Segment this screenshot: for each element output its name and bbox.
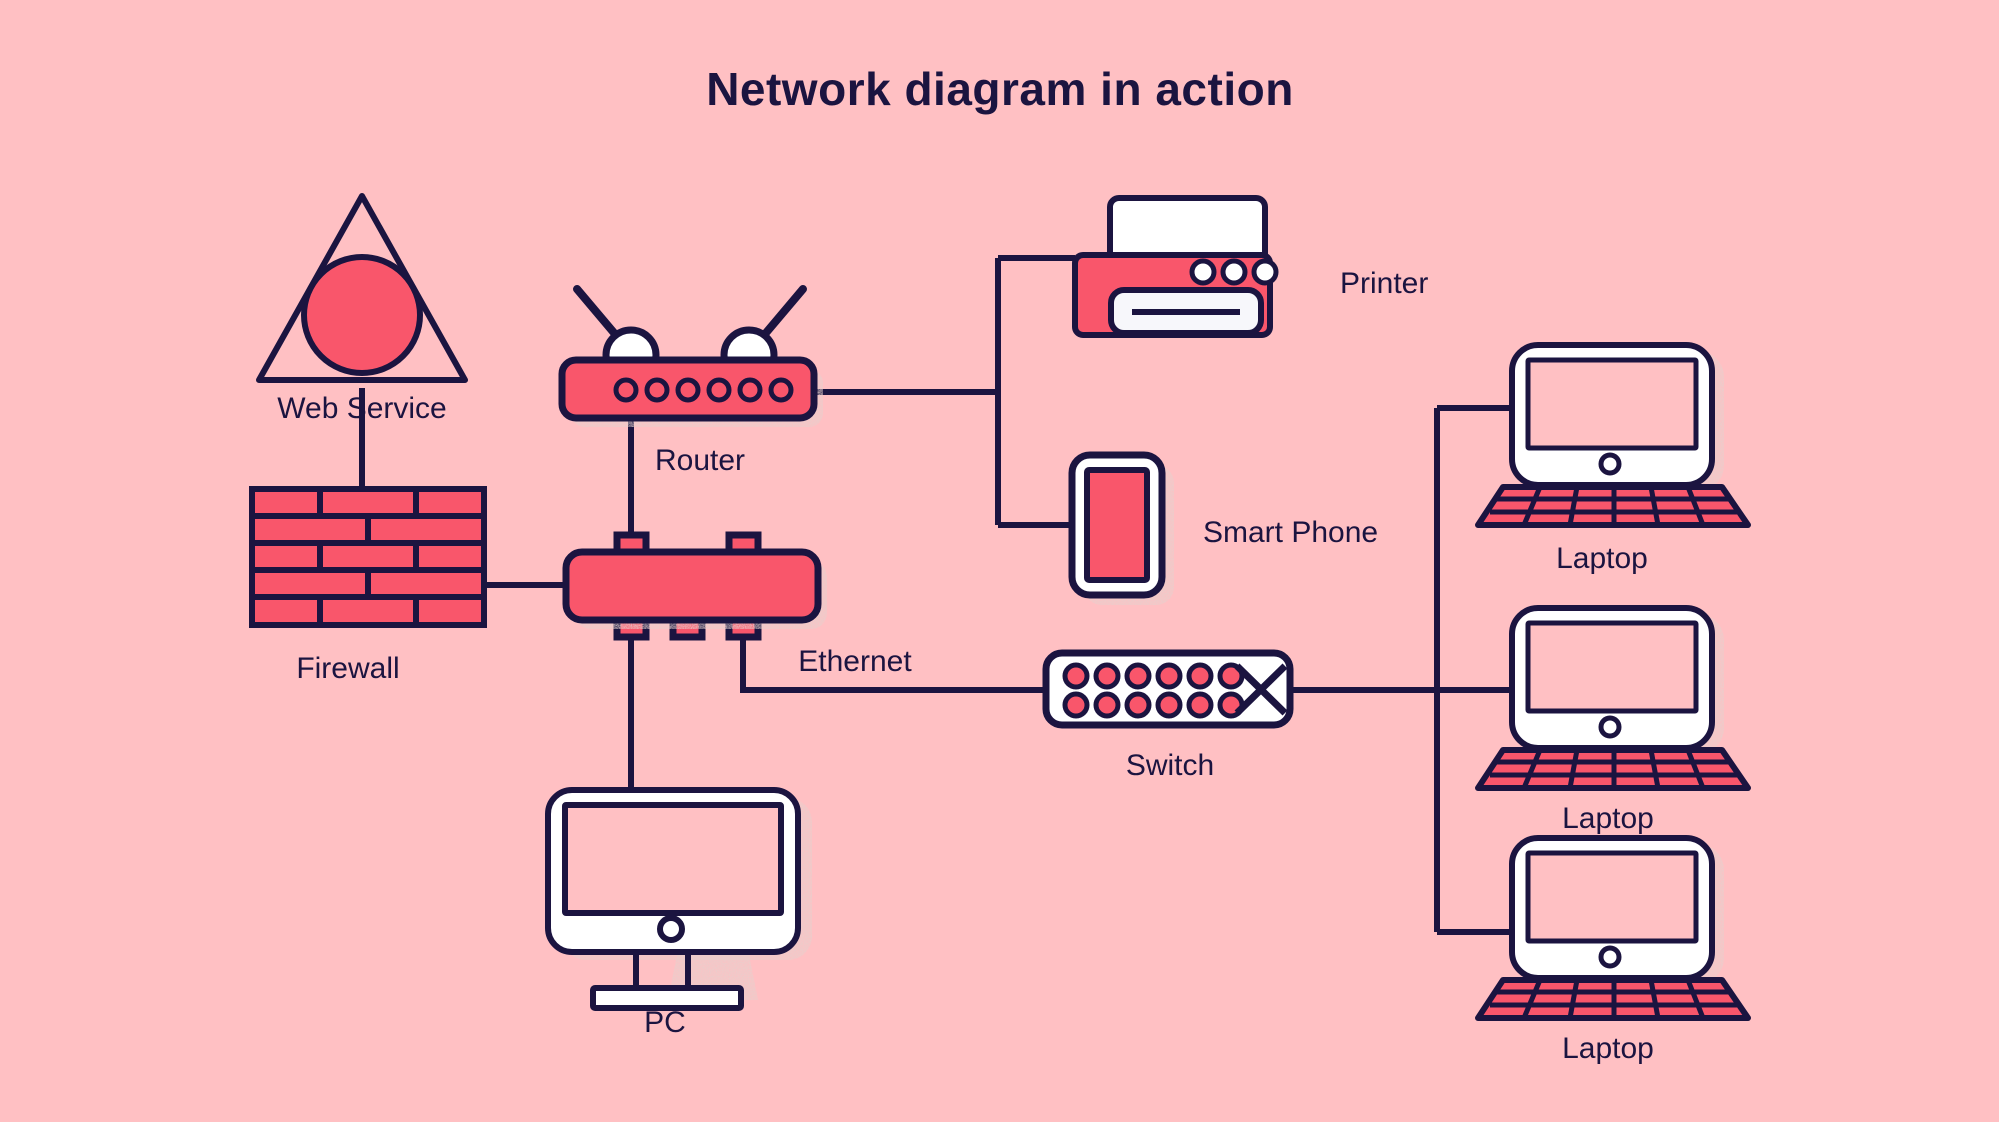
laptop-keyboard [1475, 747, 1751, 791]
node-label-pc: PC [644, 1006, 686, 1039]
firewall-bricks [249, 486, 487, 628]
page-title: Network diagram in action [706, 63, 1294, 115]
node-label-router: Router [655, 444, 745, 477]
smartphone-screen [1084, 467, 1150, 583]
node-label-laptop-2: Laptop [1562, 802, 1654, 835]
printer-buttons [1189, 258, 1279, 286]
node-label-web-service: Web Service [277, 392, 447, 425]
pc-stand-base [590, 985, 744, 1011]
laptop-screen [1525, 850, 1699, 944]
hub-body [562, 548, 822, 624]
router-body [558, 356, 818, 422]
network-diagram: Network diagram in action Web Service Fi… [0, 0, 1999, 1122]
laptop-keyboard [1475, 484, 1751, 528]
node-label-smart-phone: Smart Phone [1203, 516, 1378, 549]
pc-screen [562, 802, 784, 916]
node-label-printer: Printer [1340, 267, 1428, 300]
laptop-screen [1525, 357, 1699, 451]
diagram-canvas: Network diagram in action Web Service Fi… [0, 0, 1999, 1122]
node-label-switch: Switch [1126, 749, 1214, 782]
node-label-firewall: Firewall [296, 652, 399, 685]
laptop-keyboard [1475, 977, 1751, 1021]
node-label-laptop-1: Laptop [1556, 542, 1648, 575]
laptop-screen [1525, 620, 1699, 714]
node-label-ethernet: Ethernet [798, 645, 912, 678]
node-label-laptop-3: Laptop [1562, 1032, 1654, 1065]
